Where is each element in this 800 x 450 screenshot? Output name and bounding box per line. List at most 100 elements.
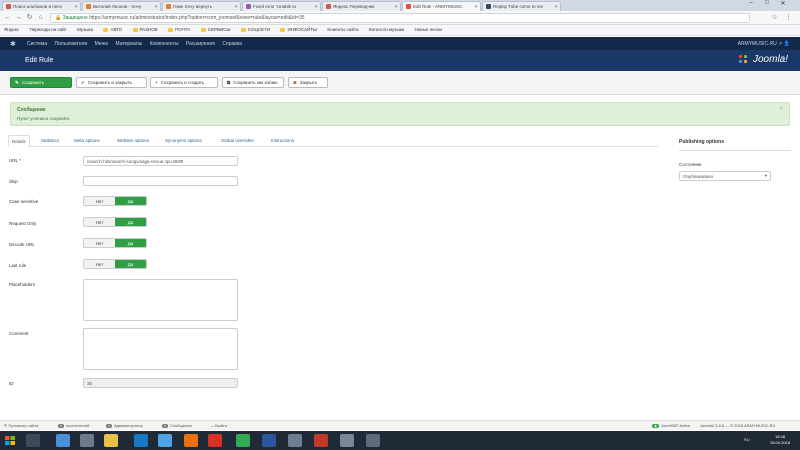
tab-close-icon[interactable]: ✕ bbox=[234, 4, 238, 10]
bookmark-label: СОЦСЕТИ bbox=[247, 27, 271, 32]
taskbar-app-icon[interactable] bbox=[314, 434, 328, 447]
bookmark-item[interactable]: Каталоги музыки bbox=[369, 27, 404, 32]
menu-system[interactable]: Система bbox=[27, 41, 47, 47]
taskbar-app-icon[interactable] bbox=[26, 434, 40, 447]
taskbar-app-icon[interactable] bbox=[134, 434, 148, 447]
tab-close-icon[interactable]: ✕ bbox=[554, 4, 558, 10]
bookmark-folder[interactable]: СОЦСЕТИ bbox=[240, 27, 271, 32]
taskbar-app-icon[interactable] bbox=[80, 434, 94, 447]
windows-start-icon[interactable] bbox=[2, 433, 18, 448]
bookmark-item[interactable]: Клиенты сайта bbox=[327, 27, 358, 32]
state-select[interactable]: Опубликовано ▾ bbox=[679, 171, 771, 181]
maximize-icon[interactable]: □ bbox=[760, 0, 774, 9]
taskbar-app-icon[interactable] bbox=[184, 434, 198, 447]
messages-status[interactable]: 0 Сообщения bbox=[162, 423, 192, 428]
save-copy-button[interactable]: ⧉ Сохранить как копию bbox=[222, 77, 284, 88]
menu-extensions[interactable]: Расширения bbox=[186, 41, 215, 47]
taskbar-app-icon[interactable] bbox=[208, 434, 222, 447]
close-button[interactable]: ⊗ Закрыть bbox=[288, 77, 328, 88]
bookmark-item[interactable]: Новые песни bbox=[415, 27, 442, 32]
tab-details[interactable]: Details bbox=[8, 135, 30, 147]
address-bar[interactable]: 🔒 Защищено https://armymusic.ru/administ… bbox=[50, 13, 750, 23]
comment-textarea[interactable] bbox=[83, 328, 238, 370]
toggle-yes[interactable]: Да bbox=[115, 197, 146, 205]
menu-icon[interactable]: ⋮ bbox=[784, 13, 793, 23]
bookmark-folder[interactable]: АВТО bbox=[103, 27, 122, 32]
request-only-toggle[interactable]: Нет Да bbox=[83, 217, 147, 227]
menu-components[interactable]: Компоненты bbox=[150, 41, 179, 47]
tab-instructions[interactable]: Instructions bbox=[268, 135, 297, 147]
tab-close-icon[interactable]: ✕ bbox=[314, 4, 318, 10]
browser-tab[interactable]: Fixed error 'Unable to ✕ bbox=[242, 1, 321, 11]
case-sensitive-toggle[interactable]: Нет Да bbox=[83, 196, 147, 206]
tab-close-icon[interactable]: ✕ bbox=[474, 4, 478, 10]
taskbar-app-icon[interactable] bbox=[340, 434, 354, 447]
bookmark-item[interactable]: Музыка bbox=[77, 27, 93, 32]
bookmark-folder[interactable]: ИНФОСАЙТЫ bbox=[280, 27, 317, 32]
joomla-small-logo-icon[interactable]: ✱ bbox=[10, 40, 16, 48]
view-site-link[interactable]: ⇱ Просмотр сайта bbox=[4, 423, 38, 428]
taskbar-app-icon[interactable] bbox=[236, 434, 250, 447]
tab-synonyms-options[interactable]: Synonyms options bbox=[162, 135, 205, 147]
tab-close-icon[interactable]: ✕ bbox=[394, 4, 398, 10]
tab-statistics[interactable]: Statistics bbox=[38, 135, 62, 147]
taskbar-app-icon[interactable] bbox=[158, 434, 172, 447]
window-close-icon[interactable]: ✕ bbox=[776, 0, 790, 9]
menu-menus[interactable]: Меню bbox=[95, 41, 109, 47]
save-new-button[interactable]: + Сохранить и создать bbox=[150, 77, 218, 88]
taskbar-app-icon[interactable] bbox=[288, 434, 302, 447]
toggle-yes[interactable]: Да bbox=[115, 239, 146, 247]
skip-field[interactable] bbox=[83, 176, 238, 186]
toggle-yes[interactable]: Да bbox=[115, 260, 146, 268]
toggle-yes[interactable]: Да bbox=[115, 218, 146, 226]
minimize-icon[interactable]: – bbox=[744, 0, 758, 9]
language-indicator[interactable]: RU bbox=[744, 437, 750, 442]
url-field[interactable]: /search-hits/search-songs/saga-песни про… bbox=[83, 156, 238, 166]
reload-icon[interactable]: ↻ bbox=[25, 13, 34, 23]
browser-tab[interactable]: Гимн Хочу вернуть ✕ bbox=[162, 1, 241, 11]
tab-meta-options[interactable]: Meta options bbox=[71, 135, 103, 147]
message-heading: Сообщение bbox=[17, 107, 46, 113]
bookmark-item[interactable]: Яндекс bbox=[4, 27, 19, 32]
menu-content[interactable]: Материалы bbox=[115, 41, 142, 47]
bookmark-item[interactable]: Переходи на сайт bbox=[30, 27, 67, 32]
placeholders-textarea[interactable] bbox=[83, 279, 238, 321]
save-button[interactable]: ✎ Сохранить bbox=[10, 77, 72, 88]
browser-tab[interactable]: Replay Tube come to me ✕ bbox=[482, 1, 561, 11]
browser-tab[interactable]: Яндекс Переводчик ✕ bbox=[322, 1, 401, 11]
browser-tab[interactable]: Поиск альбомов и песн ✕ bbox=[2, 1, 81, 11]
tab-close-icon[interactable]: ✕ bbox=[74, 4, 78, 10]
site-link[interactable]: ARMYMUSIC.RU ↗ 👤 bbox=[738, 41, 790, 47]
bookmark-folder[interactable]: ПОЧТА bbox=[168, 27, 190, 32]
bookmark-folder[interactable]: РАЗНОЕ bbox=[132, 27, 158, 32]
star-icon[interactable]: ☆ bbox=[770, 13, 779, 23]
toggle-no[interactable]: Нет bbox=[84, 197, 115, 205]
tab-close-icon[interactable]: ✕ bbox=[154, 4, 158, 10]
tab-website-options[interactable]: Website options bbox=[114, 135, 152, 147]
forward-icon[interactable]: → bbox=[14, 13, 23, 23]
save-close-button[interactable]: ✓ Сохранить и закрыть bbox=[76, 77, 147, 88]
home-icon[interactable]: ⌂ bbox=[36, 13, 45, 23]
toggle-no[interactable]: Нет bbox=[84, 239, 115, 247]
taskbar-clock[interactable]: 16:38 15.04.2018 bbox=[765, 434, 795, 446]
taskbar-app-icon[interactable] bbox=[104, 434, 118, 447]
logout-link[interactable]: — Выйти bbox=[210, 423, 227, 428]
browser-tab[interactable]: Виталий Леонов - Хочу ✕ bbox=[82, 1, 161, 11]
browser-tab-active[interactable]: Edit Rule - ARMYMUSIC ✕ bbox=[402, 1, 481, 11]
tab-global-overrides[interactable]: Global overrides bbox=[218, 135, 257, 147]
toggle-no[interactable]: Нет bbox=[84, 260, 115, 268]
decode-url-toggle[interactable]: Нет Да bbox=[83, 238, 147, 248]
tab-favicon-icon bbox=[246, 4, 251, 10]
back-icon[interactable]: ← bbox=[3, 13, 12, 23]
taskbar-app-icon[interactable] bbox=[366, 434, 380, 447]
taskbar-app-icon[interactable] bbox=[56, 434, 70, 447]
windows-taskbar: RU 16:38 15.04.2018 bbox=[0, 431, 800, 450]
last-rule-toggle[interactable]: Нет Да bbox=[83, 259, 147, 269]
bookmark-folder[interactable]: СЕРВИСЫ bbox=[200, 27, 230, 32]
menu-users[interactable]: Пользователи bbox=[55, 41, 88, 47]
taskbar-app-icon[interactable] bbox=[262, 434, 276, 447]
toggle-no[interactable]: Нет bbox=[84, 218, 115, 226]
user-icon[interactable]: 👤 bbox=[784, 41, 790, 47]
message-close-icon[interactable]: × bbox=[779, 106, 783, 112]
menu-help[interactable]: Справка bbox=[222, 41, 242, 47]
